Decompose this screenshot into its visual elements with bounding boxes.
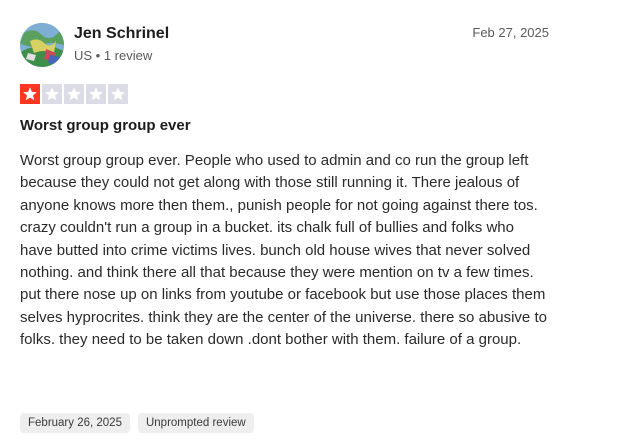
review-body: Worst group group ever. People who used … — [20, 152, 547, 349]
review-date: Feb 27, 2025 — [472, 25, 549, 40]
star-icon — [20, 84, 40, 104]
reviewer-name[interactable]: Jen Schrinel — [74, 24, 169, 44]
star-icon — [108, 84, 128, 104]
star-icon — [42, 84, 62, 104]
review-tags: February 26, 2025 Unprompted review — [20, 413, 254, 433]
experience-date-tag: February 26, 2025 — [20, 413, 130, 433]
star-rating — [20, 84, 128, 104]
review-type-tag[interactable]: Unprompted review — [137, 413, 254, 433]
star-icon — [64, 84, 84, 104]
avatar[interactable] — [20, 23, 64, 67]
star-icon — [86, 84, 106, 104]
review-card: Jen Schrinel US • 1 review Feb 27, 2025 … — [0, 0, 624, 441]
review-title[interactable]: Worst group group ever — [20, 116, 191, 136]
reviewer-meta: US • 1 review — [74, 48, 153, 63]
